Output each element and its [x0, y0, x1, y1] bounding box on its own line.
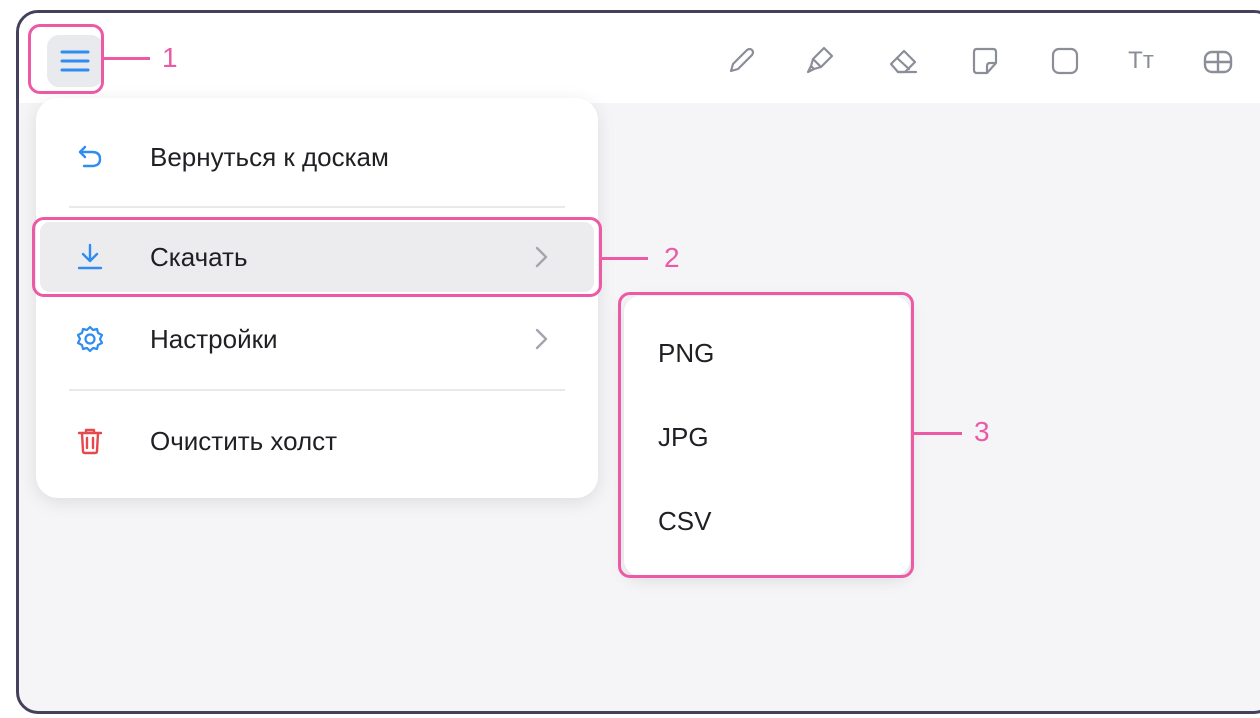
callout-number-3: 3 — [974, 416, 990, 447]
marker-icon — [806, 46, 834, 74]
shape-icon — [1051, 47, 1079, 75]
eraser-icon — [889, 49, 918, 74]
menu-item-clear-canvas[interactable]: Очистить холст — [36, 400, 598, 482]
pencil-icon — [729, 47, 755, 73]
table-icon — [1203, 50, 1233, 74]
callout-box-3 — [618, 292, 914, 578]
callout-line-1 — [104, 57, 150, 60]
shape-tool[interactable] — [1043, 39, 1087, 83]
pencil-tool[interactable] — [719, 39, 763, 83]
callout-box-2 — [32, 217, 602, 297]
menu-divider — [69, 389, 565, 391]
menu-item-label: Вернуться к доскам — [150, 141, 389, 172]
menu-item-back-to-boards[interactable]: Вернуться к доскам — [36, 116, 598, 198]
trash-icon — [74, 425, 106, 457]
menu-item-settings[interactable]: Настройки — [36, 298, 598, 380]
marker-tool[interactable] — [797, 39, 841, 83]
sticky-note-tool[interactable] — [963, 39, 1007, 83]
chevron-right-icon — [535, 328, 548, 350]
callout-number-2: 2 — [664, 242, 680, 273]
gear-icon — [74, 323, 106, 355]
undo-arrow-icon — [74, 141, 106, 173]
callout-line-3 — [914, 432, 962, 435]
table-tool[interactable] — [1195, 39, 1239, 83]
menu-divider — [69, 206, 565, 208]
eraser-tool[interactable] — [881, 39, 925, 83]
top-toolbar: Tт — [19, 13, 1260, 103]
callout-box-1 — [28, 24, 104, 94]
text-icon: Tт — [1128, 47, 1154, 74]
menu-item-label: Настройки — [150, 323, 278, 354]
callout-number-1: 1 — [162, 42, 178, 73]
main-menu: Вернуться к доскам Скачать Настройки Очи… — [36, 98, 598, 498]
sticky-note-icon — [972, 47, 998, 75]
menu-item-label: Очистить холст — [150, 425, 338, 456]
callout-line-2 — [602, 257, 648, 260]
text-tool[interactable]: Tт — [1119, 39, 1163, 83]
